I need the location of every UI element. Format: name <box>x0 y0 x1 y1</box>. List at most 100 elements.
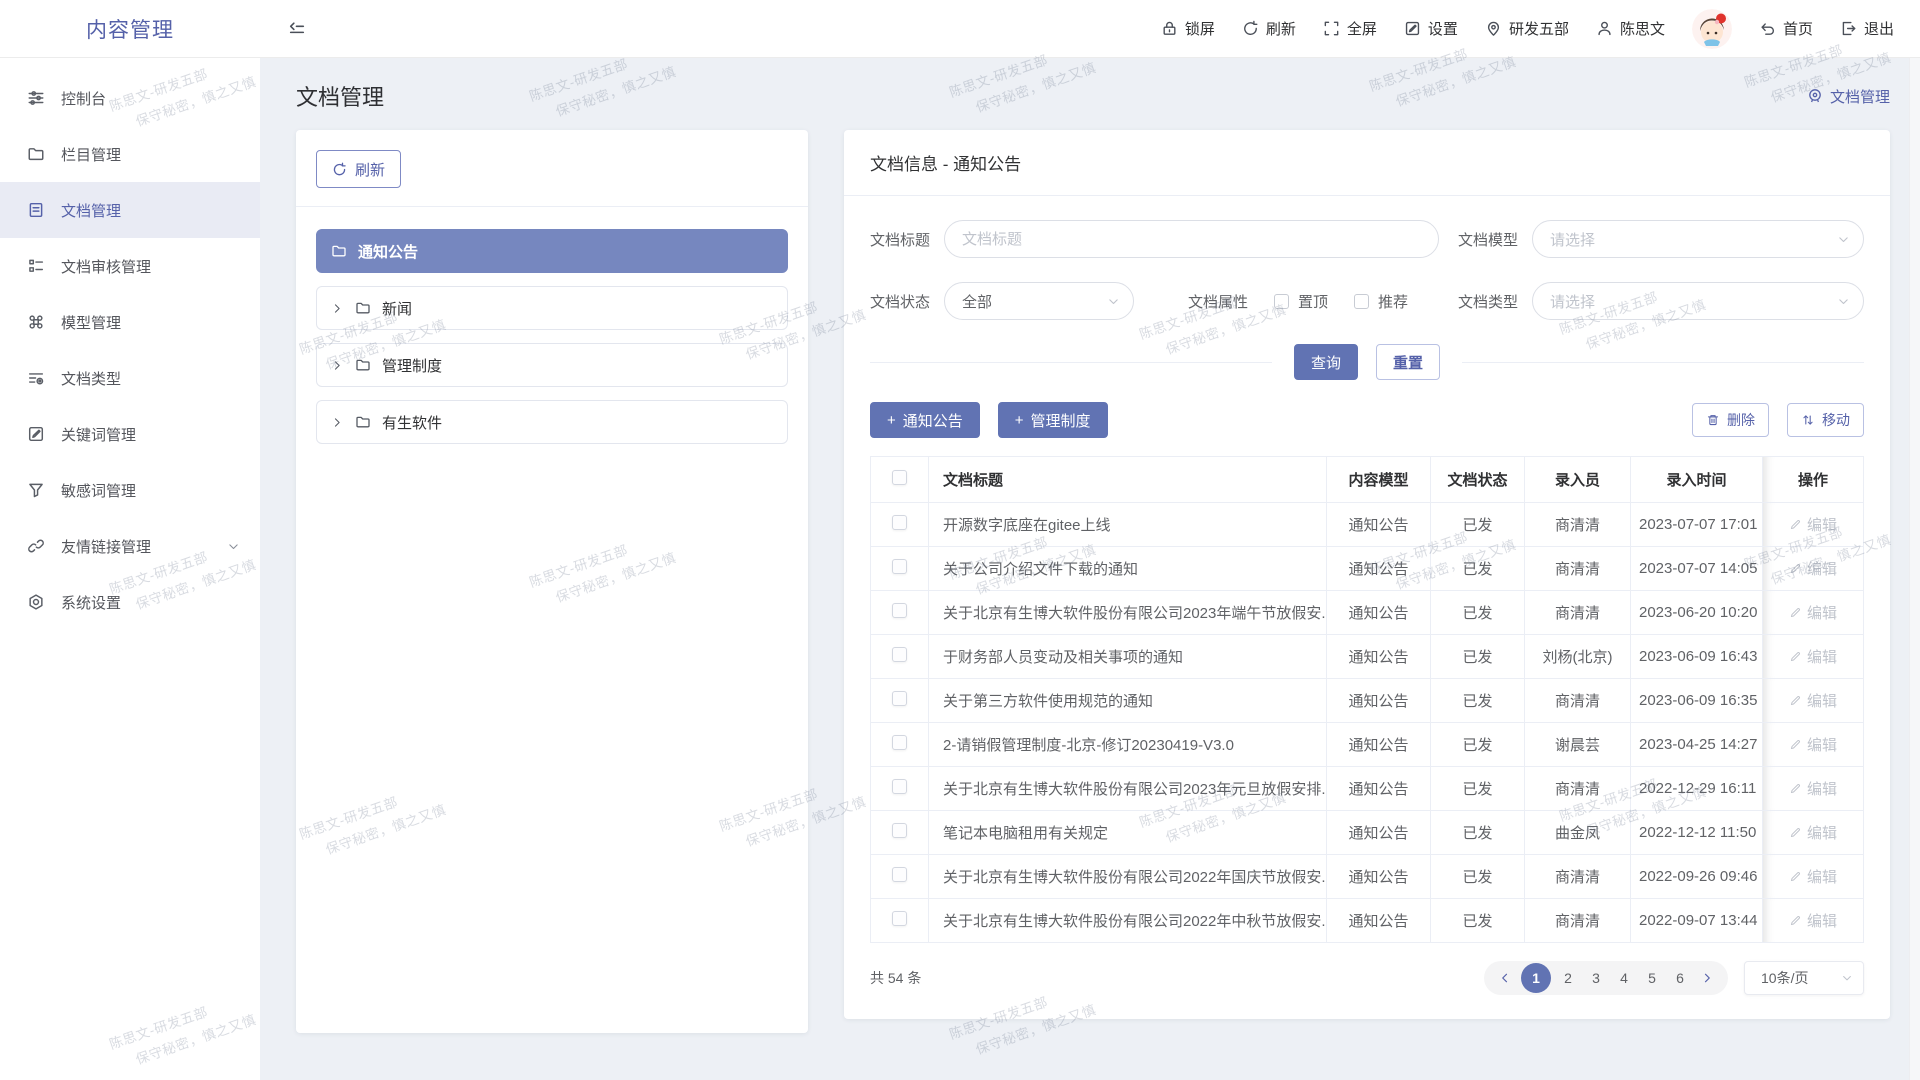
search-button[interactable]: 查询 <box>1294 344 1358 380</box>
row-checkbox[interactable] <box>892 515 907 530</box>
edit-button[interactable]: 编辑 <box>1789 514 1837 535</box>
sidebar-item-doc-types[interactable]: 文档类型 <box>0 350 260 406</box>
sidebar-item-links[interactable]: 友情链接管理 <box>0 518 260 574</box>
attr-recommend-checkbox[interactable]: 推荐 <box>1354 291 1408 312</box>
sidebar-item-system-settings[interactable]: 系统设置 <box>0 574 260 630</box>
tree-node-software[interactable]: 有生软件 <box>316 400 788 444</box>
fullscreen-label: 全屏 <box>1347 18 1377 39</box>
col-model: 内容模型 <box>1327 457 1431 503</box>
page-button[interactable]: 2 <box>1554 970 1582 986</box>
row-checkbox[interactable] <box>892 559 907 574</box>
lock-icon <box>1161 20 1178 37</box>
doc-title-cell: 笔记本电脑租用有关规定 <box>929 811 1327 855</box>
tree-node-news[interactable]: 新闻 <box>316 286 788 330</box>
reset-button[interactable]: 重置 <box>1376 344 1440 380</box>
page-button[interactable]: 5 <box>1638 970 1666 986</box>
page-button[interactable]: 4 <box>1610 970 1638 986</box>
home-button[interactable]: 首页 <box>1759 18 1813 39</box>
edit-button[interactable]: 编辑 <box>1789 910 1837 931</box>
doc-status-cell: 已发 <box>1431 899 1525 943</box>
edit-button[interactable]: 编辑 <box>1789 646 1837 667</box>
row-checkbox[interactable] <box>892 779 907 794</box>
user-button[interactable]: 陈思文 <box>1596 18 1665 39</box>
breadcrumb[interactable]: 文档管理 <box>1807 86 1890 107</box>
refresh-button[interactable]: 刷新 <box>1242 18 1296 39</box>
sidebar-item-columns[interactable]: 栏目管理 <box>0 126 260 182</box>
edit-button[interactable]: 编辑 <box>1789 602 1837 623</box>
command-icon <box>27 313 45 331</box>
edit-button[interactable]: 编辑 <box>1789 866 1837 887</box>
doc-user-cell: 商清清 <box>1525 767 1631 811</box>
doc-type-select[interactable]: 请选择 <box>1532 282 1864 320</box>
edit-button[interactable]: 编辑 <box>1789 690 1837 711</box>
doc-status-cell: 已发 <box>1431 855 1525 899</box>
select-all-checkbox[interactable] <box>892 470 907 485</box>
page-size-select[interactable]: 10条/页 <box>1744 961 1864 995</box>
tree-node-policies[interactable]: 管理制度 <box>316 343 788 387</box>
doc-status-cell: 已发 <box>1431 767 1525 811</box>
edit-button[interactable]: 编辑 <box>1789 734 1837 755</box>
lock-screen-button[interactable]: 锁屏 <box>1161 18 1215 39</box>
attr-top-checkbox[interactable]: 置顶 <box>1274 291 1328 312</box>
topbar: 内容管理 锁屏 刷新 全屏 设置 研发五部 陈思文 <box>0 0 1920 58</box>
row-checkbox[interactable] <box>892 867 907 882</box>
tree-refresh-button[interactable]: 刷新 <box>316 150 401 188</box>
doc-model-select[interactable]: 请选择 <box>1532 220 1864 258</box>
row-checkbox[interactable] <box>892 691 907 706</box>
edit-button[interactable]: 编辑 <box>1789 778 1837 799</box>
folder-icon <box>331 243 347 259</box>
prev-page-button[interactable] <box>1492 972 1518 984</box>
divider <box>296 206 808 207</box>
doc-status-cell: 已发 <box>1431 635 1525 679</box>
user-icon <box>1596 20 1613 37</box>
doc-model-cell: 通知公告 <box>1327 723 1431 767</box>
col-action: 操作 <box>1763 457 1864 503</box>
sidebar-item-documents[interactable]: 文档管理 <box>0 182 260 238</box>
page-button[interactable]: 6 <box>1666 970 1694 986</box>
next-page-button[interactable] <box>1694 972 1720 984</box>
row-checkbox[interactable] <box>892 647 907 662</box>
avatar[interactable] <box>1692 9 1732 49</box>
sliders-icon <box>27 89 45 107</box>
tree-node-notices[interactable]: 通知公告 <box>316 229 788 273</box>
fullscreen-button[interactable]: 全屏 <box>1323 18 1377 39</box>
refresh-icon <box>1242 20 1259 37</box>
sidebar-item-models[interactable]: 模型管理 <box>0 294 260 350</box>
row-checkbox[interactable] <box>892 911 907 926</box>
sidebar-collapse-button[interactable] <box>288 20 306 38</box>
attr-top-label: 置顶 <box>1298 291 1328 312</box>
delete-button[interactable]: 删除 <box>1692 403 1769 437</box>
edit-button[interactable]: 编辑 <box>1789 558 1837 579</box>
doc-status-select[interactable]: 全部 <box>944 282 1134 320</box>
move-button[interactable]: 移动 <box>1787 403 1864 437</box>
row-checkbox[interactable] <box>892 823 907 838</box>
edit-square-icon <box>27 425 45 443</box>
sidebar-item-sensitive-words[interactable]: 敏感词管理 <box>0 462 260 518</box>
add-notice-button[interactable]: + 通知公告 <box>870 402 980 438</box>
doc-model-cell: 通知公告 <box>1327 899 1431 943</box>
logout-button[interactable]: 退出 <box>1840 18 1894 39</box>
sidebar-item-console[interactable]: 控制台 <box>0 70 260 126</box>
sidebar-item-keywords[interactable]: 关键词管理 <box>0 406 260 462</box>
pagination: 1 2 3 4 5 6 <box>1484 961 1728 995</box>
edit-label: 编辑 <box>1807 822 1837 843</box>
settings-button[interactable]: 设置 <box>1404 18 1458 39</box>
tree-refresh-label: 刷新 <box>355 159 385 180</box>
sidebar-item-label: 友情链接管理 <box>61 536 151 557</box>
tree-node-label: 有生软件 <box>382 412 442 433</box>
page-scrollbar[interactable] <box>1909 58 1920 1080</box>
doc-title-input[interactable] <box>944 220 1439 258</box>
sidebar-item-label: 文档审核管理 <box>61 256 151 277</box>
select-placeholder: 请选择 <box>1550 291 1595 312</box>
add-policy-label: 管理制度 <box>1031 410 1091 431</box>
row-checkbox[interactable] <box>892 735 907 750</box>
row-checkbox[interactable] <box>892 603 907 618</box>
folder-icon <box>355 357 371 373</box>
department-button[interactable]: 研发五部 <box>1485 18 1569 39</box>
add-notice-label: 通知公告 <box>903 410 963 431</box>
add-policy-button[interactable]: + 管理制度 <box>998 402 1108 438</box>
page-button[interactable]: 1 <box>1521 963 1551 993</box>
edit-button[interactable]: 编辑 <box>1789 822 1837 843</box>
sidebar-item-doc-audit[interactable]: 文档审核管理 <box>0 238 260 294</box>
page-button[interactable]: 3 <box>1582 970 1610 986</box>
